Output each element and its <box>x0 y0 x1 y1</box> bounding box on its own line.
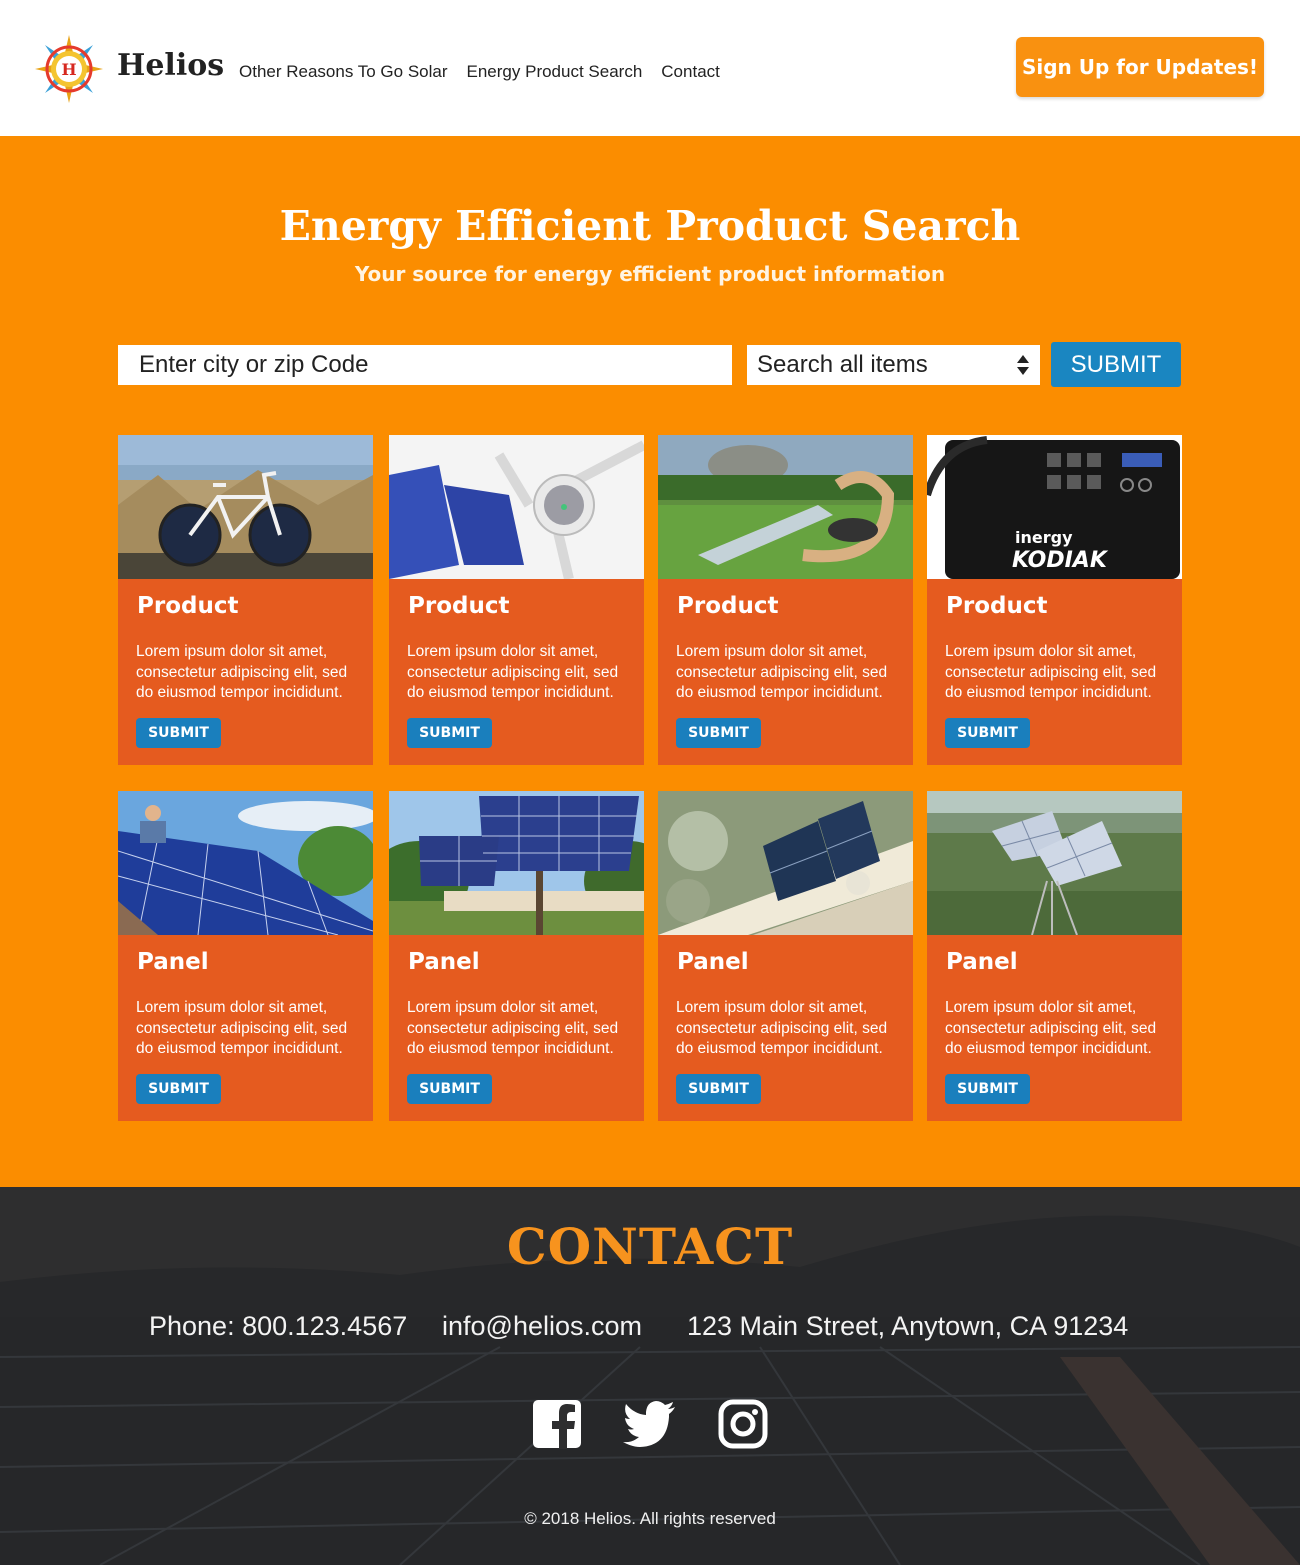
select-arrows-icon <box>1017 355 1029 375</box>
nav-link-other-reasons[interactable]: Other Reasons To Go Solar <box>239 62 448 82</box>
card-title: Panel <box>137 949 209 975</box>
panel-card: Panel Lorem ipsum dolor sit amet, consec… <box>927 791 1182 1121</box>
card-title: Panel <box>408 949 480 975</box>
card-submit-button[interactable]: SUBMIT <box>407 1074 492 1104</box>
card-description: Lorem ipsum dolor sit amet, consectetur … <box>407 643 619 701</box>
card-image-power-station: inergy KODIAK <box>927 435 1182 579</box>
card-description: Lorem ipsum dolor sit amet, consectetur … <box>136 643 348 701</box>
card-title: Product <box>408 593 510 619</box>
main-nav: Other Reasons To Go Solar Energy Product… <box>239 62 720 82</box>
card-description: Lorem ipsum dolor sit amet, consectetur … <box>407 999 619 1057</box>
product-card: Product Lorem ipsum dolor sit amet, cons… <box>118 435 373 765</box>
page-subtitle: Your source for energy efficient product… <box>354 262 946 286</box>
signup-button[interactable]: Sign Up for Updates! <box>1016 37 1264 97</box>
site-header: H Helios Other Reasons To Go Solar Energ… <box>0 0 1300 136</box>
card-description: Lorem ipsum dolor sit amet, consectetur … <box>945 999 1157 1057</box>
search-hero: Energy Efficient Product Search Your sou… <box>0 136 1300 1187</box>
card-submit-button[interactable]: SUBMIT <box>945 1074 1030 1104</box>
card-image-field-panels <box>927 791 1182 935</box>
facebook-icon[interactable] <box>532 1399 582 1449</box>
brand-name[interactable]: Helios <box>117 48 224 83</box>
card-image-wall-panel <box>658 791 913 935</box>
card-submit-button[interactable]: SUBMIT <box>676 1074 761 1104</box>
contact-email[interactable]: info@helios.com <box>442 1311 642 1342</box>
search-submit-button[interactable]: SUBMIT <box>1051 342 1181 387</box>
product-card: inergy KODIAK Product Lorem ipsum dolor … <box>927 435 1182 765</box>
card-image-pole-panel <box>389 791 644 935</box>
card-submit-button[interactable]: SUBMIT <box>676 718 761 748</box>
card-description: Lorem ipsum dolor sit amet, consectetur … <box>136 999 348 1057</box>
contact-address: 123 Main Street, Anytown, CA 91234 <box>687 1311 1129 1341</box>
panel-card: Panel Lorem ipsum dolor sit amet, consec… <box>658 791 913 1121</box>
card-submit-button[interactable]: SUBMIT <box>136 718 221 748</box>
page-title: Energy Efficient Product Search <box>279 202 1021 250</box>
nav-link-product-search[interactable]: Energy Product Search <box>467 62 643 82</box>
card-title: Panel <box>677 949 749 975</box>
card-description: Lorem ipsum dolor sit amet, consectetur … <box>945 643 1157 701</box>
panel-card: Panel Lorem ipsum dolor sit amet, consec… <box>118 791 373 1121</box>
card-image-roof-panels <box>118 791 373 935</box>
instagram-icon[interactable] <box>718 1399 768 1449</box>
card-title: Product <box>137 593 239 619</box>
nav-link-contact[interactable]: Contact <box>661 62 720 82</box>
card-image-solar-bench <box>658 435 913 579</box>
card-title: Product <box>677 593 779 619</box>
card-image-solar-fan <box>389 435 644 579</box>
contact-footer: CONTACT Phone: 800.123.4567 info@helios.… <box>0 1187 1300 1565</box>
card-submit-button[interactable]: SUBMIT <box>136 1074 221 1104</box>
product-card: Product Lorem ipsum dolor sit amet, cons… <box>658 435 913 765</box>
contact-title: CONTACT <box>506 1217 794 1276</box>
twitter-icon[interactable] <box>623 1399 677 1449</box>
location-search-input[interactable] <box>118 345 732 385</box>
card-submit-button[interactable]: SUBMIT <box>407 718 492 748</box>
logo-letter: H <box>61 60 76 79</box>
card-title: Product <box>946 593 1048 619</box>
helios-logo[interactable]: H <box>35 35 103 103</box>
card-image-solar-bicycle <box>118 435 373 579</box>
kodiak-model-text: KODIAK <box>1012 548 1109 573</box>
card-description: Lorem ipsum dolor sit amet, consectetur … <box>676 999 888 1057</box>
panel-card: Panel Lorem ipsum dolor sit amet, consec… <box>389 791 644 1121</box>
product-card: Product Lorem ipsum dolor sit amet, cons… <box>389 435 644 765</box>
copyright: © 2018 Helios. All rights reserved <box>524 1509 776 1528</box>
category-select-value: Search all items <box>757 351 928 378</box>
card-submit-button[interactable]: SUBMIT <box>945 718 1030 748</box>
card-title: Panel <box>946 949 1018 975</box>
kodiak-brand-text: inergy <box>1015 528 1073 547</box>
category-select[interactable]: Search all items <box>747 345 1040 385</box>
card-description: Lorem ipsum dolor sit amet, consectetur … <box>676 643 888 701</box>
contact-phone[interactable]: Phone: 800.123.4567 <box>149 1311 407 1342</box>
